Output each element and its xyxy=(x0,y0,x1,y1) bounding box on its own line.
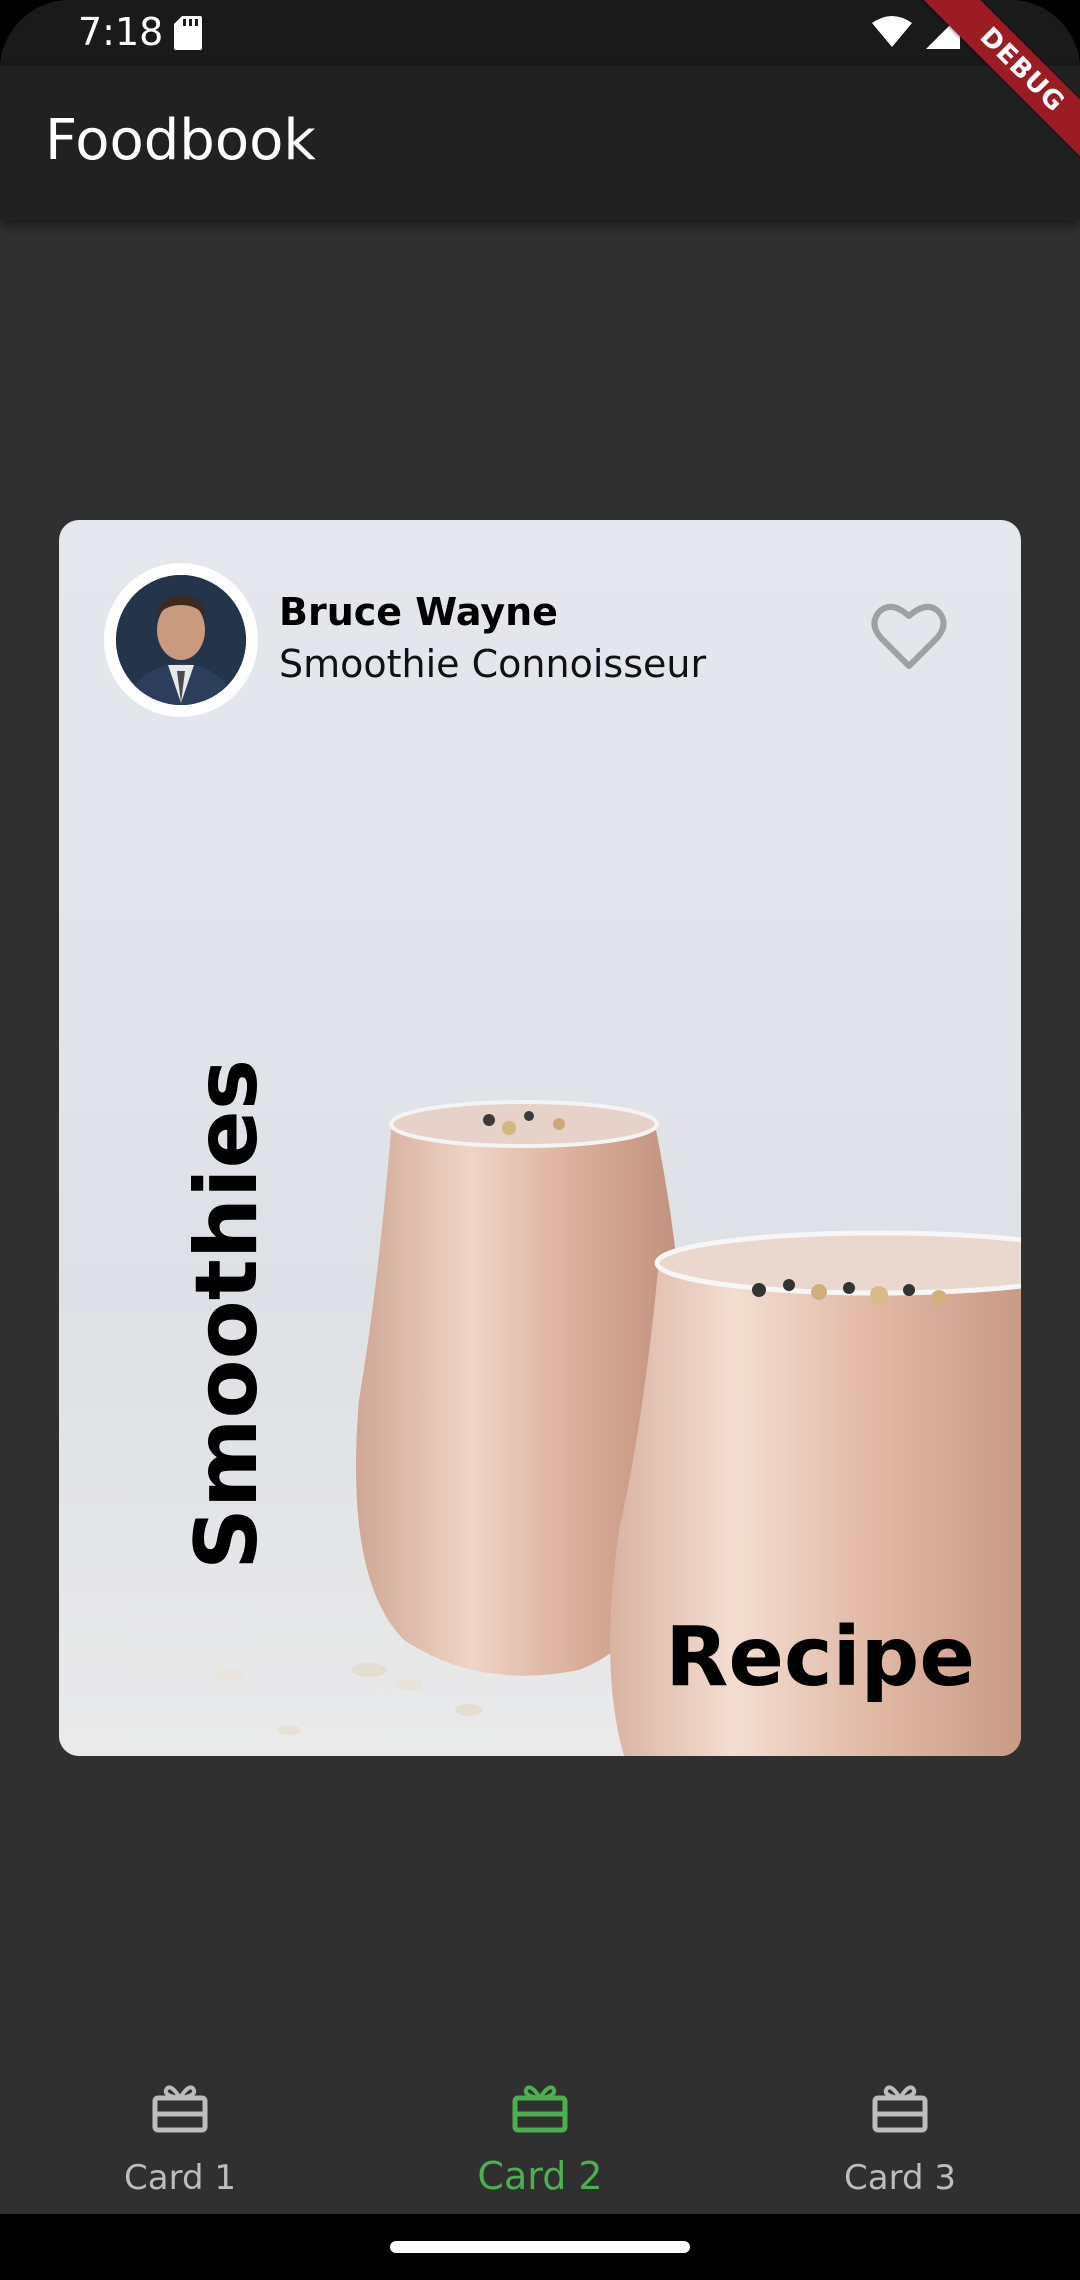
wifi-icon xyxy=(872,16,912,47)
card-giftcard-icon xyxy=(152,2085,208,2133)
avatar-photo xyxy=(116,575,246,705)
card-giftcard-icon xyxy=(872,2085,928,2133)
phone-screen: 7:18 Foodbook DEBUG Bruce Wayne Smoothie… xyxy=(0,0,1080,2280)
heart-icon[interactable] xyxy=(869,600,949,672)
avatar[interactable] xyxy=(104,563,258,717)
card-title-vertical: Smoothies xyxy=(177,1058,277,1570)
nav-item-card-2[interactable]: Card 2 xyxy=(360,2060,720,2214)
nav-item-card-1[interactable]: Card 1 xyxy=(0,2060,360,2214)
recipe-card[interactable]: Bruce Wayne Smoothie Connoisseur Smoothi… xyxy=(59,520,1021,1756)
home-indicator[interactable] xyxy=(390,2241,690,2253)
status-time: 7:18 xyxy=(78,10,164,54)
card-title-bottom: Recipe xyxy=(665,1610,975,1705)
app-bar: Foodbook xyxy=(0,66,1080,220)
author-name: Bruce Wayne xyxy=(279,590,558,634)
nav-label: Card 1 xyxy=(124,2158,236,2198)
sd-card-icon xyxy=(174,16,202,50)
author-title: Smoothie Connoisseur xyxy=(279,642,707,686)
card-giftcard-icon xyxy=(512,2085,568,2133)
nav-label: Card 3 xyxy=(844,2158,956,2198)
status-bar: 7:18 xyxy=(0,0,1080,66)
nav-item-card-3[interactable]: Card 3 xyxy=(720,2060,1080,2214)
nav-label: Card 2 xyxy=(477,2154,603,2198)
bottom-navigation-bar: Card 1 Card 2 Card 3 xyxy=(0,2060,1080,2214)
app-title: Foodbook xyxy=(45,108,316,173)
